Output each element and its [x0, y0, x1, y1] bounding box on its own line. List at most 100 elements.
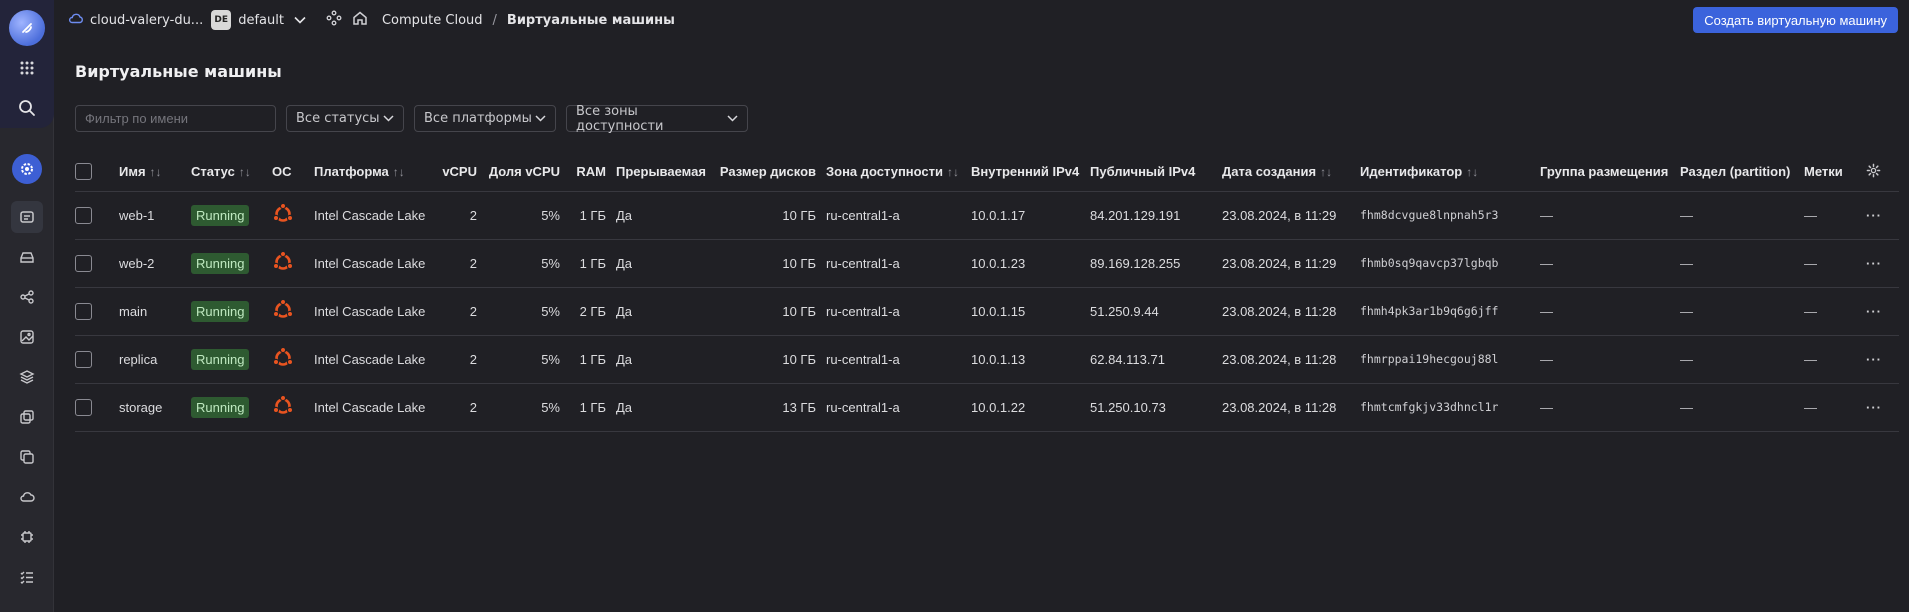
status-filter-select[interactable]: Все статусы: [286, 105, 404, 132]
more-actions-icon[interactable]: ···: [1866, 352, 1882, 367]
breadcrumb-separator: /: [492, 12, 497, 28]
sort-icon[interactable]: ↑↓: [947, 165, 959, 179]
more-actions-icon[interactable]: ···: [1866, 208, 1882, 223]
row-checkbox[interactable]: [75, 206, 92, 224]
vm-platform: Intel Cascade Lake: [314, 335, 439, 384]
folder-name[interactable]: default: [238, 13, 284, 28]
select-all-cell: [75, 153, 119, 192]
cloud-name[interactable]: cloud-valery-du...: [90, 13, 203, 28]
chevron-down-icon[interactable]: [294, 13, 306, 28]
col-preemptible: Прерываемая: [616, 153, 717, 192]
vm-placement-group: —: [1540, 335, 1680, 384]
disks-icon[interactable]: [11, 241, 43, 273]
vm-platform: Intel Cascade Lake: [314, 287, 439, 336]
table-row[interactable]: web-2 Running Intel Cascade Lake 2 5% 1 …: [75, 239, 1899, 288]
col-zone[interactable]: Зона доступности ↑↓: [826, 153, 971, 192]
table-row[interactable]: main Running Intel Cascade Lake 2 5% 2 Г…: [75, 287, 1899, 336]
col-id[interactable]: Идентификатор ↑↓: [1360, 153, 1540, 192]
sort-icon[interactable]: ↑↓: [1320, 165, 1332, 179]
row-checkbox[interactable]: [75, 350, 92, 368]
vm-name[interactable]: replica: [119, 335, 191, 384]
row-checkbox[interactable]: [75, 398, 92, 416]
vm-placement-group: —: [1540, 383, 1680, 432]
copy-icon[interactable]: [11, 441, 43, 473]
sort-icon[interactable]: ↑↓: [393, 165, 405, 179]
vm-labels: —: [1804, 191, 1866, 240]
ubuntu-icon: [272, 298, 294, 324]
vm-vcpu: 2: [439, 239, 487, 288]
chip-icon[interactable]: [11, 521, 43, 553]
gear-icon[interactable]: [1866, 163, 1881, 181]
more-actions-icon[interactable]: ···: [1866, 400, 1882, 415]
vm-name[interactable]: web-1: [119, 191, 191, 240]
network-icon[interactable]: [11, 281, 43, 313]
col-vcpu-share: Доля vCPU: [487, 153, 570, 192]
vm-partition: —: [1680, 383, 1804, 432]
col-partition: Раздел (partition): [1680, 153, 1804, 192]
os-cell: [272, 239, 314, 288]
services-icon[interactable]: [326, 10, 342, 30]
table-row[interactable]: storage Running Intel Cascade Lake 2 5% …: [75, 383, 1899, 432]
os-cell: [272, 335, 314, 384]
col-name-label: Имя: [119, 164, 146, 180]
vm-internal-ip: 10.0.1.15: [971, 287, 1090, 336]
vm-placement-group: —: [1540, 287, 1680, 336]
vm-partition: —: [1680, 287, 1804, 336]
cloud-backup-icon[interactable]: [11, 481, 43, 513]
name-filter-input[interactable]: [75, 105, 276, 132]
vm-vcpu-share: 5%: [487, 191, 570, 240]
home-icon[interactable]: [352, 10, 368, 30]
table-row[interactable]: web-1 Running Intel Cascade Lake 2 5% 1 …: [75, 191, 1899, 240]
sort-icon[interactable]: ↑↓: [1466, 165, 1478, 179]
sort-icon[interactable]: ↑↓: [239, 165, 251, 179]
sort-icon[interactable]: ↑↓: [150, 165, 162, 179]
cloud-logo-icon[interactable]: [9, 10, 45, 46]
vm-vcpu: 2: [439, 383, 487, 432]
top-bar: cloud-valery-du... DE default Compute Cl…: [54, 0, 1909, 40]
layers-icon[interactable]: [11, 361, 43, 393]
col-platform[interactable]: Платформа ↑↓: [314, 153, 439, 192]
col-created-label: Дата создания: [1222, 164, 1317, 180]
page-title: Виртуальные машины: [75, 62, 282, 81]
col-created[interactable]: Дата создания ↑↓: [1222, 153, 1360, 192]
more-actions-icon[interactable]: ···: [1866, 304, 1882, 319]
snapshots-icon[interactable]: [11, 401, 43, 433]
images-icon[interactable]: [11, 321, 43, 353]
task-list-icon[interactable]: [11, 561, 43, 593]
vm-public-ip: 62.84.113.71: [1090, 335, 1222, 384]
os-cell: [272, 191, 314, 240]
vm-name[interactable]: main: [119, 287, 191, 336]
vm-name[interactable]: storage: [119, 383, 191, 432]
vm-disk-size: 10 ГБ: [717, 191, 826, 240]
zone-filter-select[interactable]: Все зоны доступности: [566, 104, 748, 134]
search-icon[interactable]: [11, 92, 43, 124]
col-status[interactable]: Статус ↑↓: [191, 153, 272, 192]
vm-vcpu-share: 5%: [487, 383, 570, 432]
ubuntu-icon: [272, 346, 294, 372]
row-menu-cell: ···: [1866, 383, 1899, 432]
vm-placement-group: —: [1540, 239, 1680, 288]
vm-status-cell: Running: [191, 287, 272, 336]
chevron-down-icon: [383, 111, 394, 126]
col-labels: Метки: [1804, 153, 1866, 192]
vm-id: fhmtcmfgkjv33dhncl1r: [1360, 383, 1540, 432]
vm-public-ip: 51.250.9.44: [1090, 287, 1222, 336]
virtual-machines-icon[interactable]: [11, 201, 43, 233]
vm-name[interactable]: web-2: [119, 239, 191, 288]
breadcrumb-service[interactable]: Compute Cloud: [382, 13, 483, 28]
row-checkbox[interactable]: [75, 302, 92, 320]
vm-id: fhm8dcvgue8lnpnah5r3: [1360, 191, 1540, 240]
left-sidebar: [0, 0, 54, 612]
row-checkbox[interactable]: [75, 254, 92, 272]
cloud-selector[interactable]: cloud-valery-du... DE default: [68, 10, 306, 30]
table-row[interactable]: replica Running Intel Cascade Lake 2 5% …: [75, 335, 1899, 384]
select-all-checkbox[interactable]: [75, 163, 92, 181]
filter-bar: Все статусы Все платформы Все зоны досту…: [75, 104, 748, 134]
vm-vcpu: 2: [439, 191, 487, 240]
platform-filter-select[interactable]: Все платформы: [414, 105, 556, 132]
create-vm-button[interactable]: Создать виртуальную машину: [1693, 7, 1898, 33]
col-name[interactable]: Имя ↑↓: [119, 153, 191, 192]
apps-grid-icon[interactable]: [11, 52, 43, 84]
compute-service-icon[interactable]: [12, 154, 42, 184]
more-actions-icon[interactable]: ···: [1866, 256, 1882, 271]
